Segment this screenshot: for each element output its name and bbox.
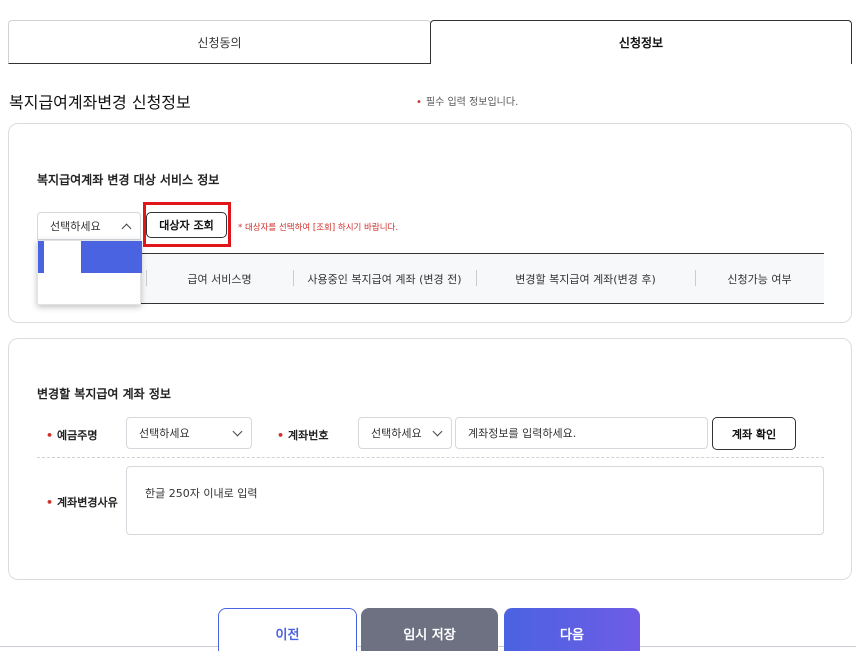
required-marker: • [277, 429, 285, 442]
tab-consent[interactable]: 신청동의 [8, 20, 431, 64]
column-eligibility: 신청가능 여부 [727, 272, 792, 286]
target-select[interactable]: 선택하세요 [37, 212, 141, 240]
reason-placeholder: 한글 250자 이내로 입력 [145, 487, 258, 500]
next-button[interactable]: 다음 [504, 608, 640, 651]
bank-select-value: 선택하세요 [371, 427, 422, 440]
account-section-title: 변경할 복지급여 계좌 정보 [37, 387, 171, 401]
tab-application-info[interactable]: 신청정보 [430, 20, 852, 64]
target-select-value: 선택하세요 [50, 220, 101, 233]
required-marker: • [416, 97, 422, 108]
account-number-label: • 계좌번호 [277, 429, 329, 442]
chevron-up-icon [121, 223, 132, 233]
search-hint: * 대상자를 선택하여 [조회] 하시기 바랍니다. [238, 223, 399, 233]
holder-select-value: 선택하세요 [139, 427, 190, 440]
bank-select[interactable]: 선택하세요 [358, 417, 452, 449]
row-divider [37, 457, 824, 458]
service-table-header: 급여 서비스명 사용중인 복지급여 계좌 (변경 전) 변경할 복지급여 계좌(… [37, 253, 824, 304]
step-tabs: 신청동의 신청정보 [8, 20, 852, 64]
holder-select[interactable]: 선택하세요 [126, 417, 252, 449]
reason-label: • 계좌변경사유 [46, 496, 118, 509]
holder-label: • 예금주명 [46, 429, 98, 442]
reason-textarea[interactable]: 한글 250자 이내로 입력 [126, 466, 824, 535]
required-note: • 필수 입력 정보입니다. [416, 93, 518, 108]
verify-account-button[interactable]: 계좌 확인 [712, 417, 796, 450]
dropdown-option-blank [44, 241, 81, 273]
page-title: 복지급여계좌변경 신청정보 [9, 93, 191, 112]
account-number-input[interactable]: 계좌정보를 입력하세요. [455, 417, 708, 449]
column-new-account: 변경할 복지급여 계좌(변경 후) [515, 272, 656, 286]
chevron-down-icon [432, 426, 443, 436]
prev-button[interactable]: 이전 [218, 608, 357, 651]
account-info-card: 변경할 복지급여 계좌 정보 • 예금주명 선택하세요 • 계좌번호 선택하세요 계… [8, 338, 852, 580]
target-service-card: 복지급여계좌 변경 대상 서비스 정보 급여 서비스명 사용중인 복지급여 계좌… [8, 123, 852, 323]
column-service-name: 급여 서비스명 [187, 272, 252, 286]
column-current-account: 사용중인 복지급여 계좌 (변경 전) [307, 272, 462, 286]
required-note-text: 필수 입력 정보입니다. [425, 97, 519, 108]
highlight-box [143, 202, 231, 247]
account-number-placeholder: 계좌정보를 입력하세요. [468, 427, 577, 440]
required-marker: • [46, 429, 54, 442]
required-marker: • [46, 496, 54, 509]
temp-save-button[interactable]: 임시 저장 [361, 608, 498, 651]
target-select-dropdown [37, 240, 142, 305]
target-section-title: 복지급여계좌 변경 대상 서비스 정보 [37, 173, 220, 187]
chevron-down-icon [232, 426, 243, 436]
